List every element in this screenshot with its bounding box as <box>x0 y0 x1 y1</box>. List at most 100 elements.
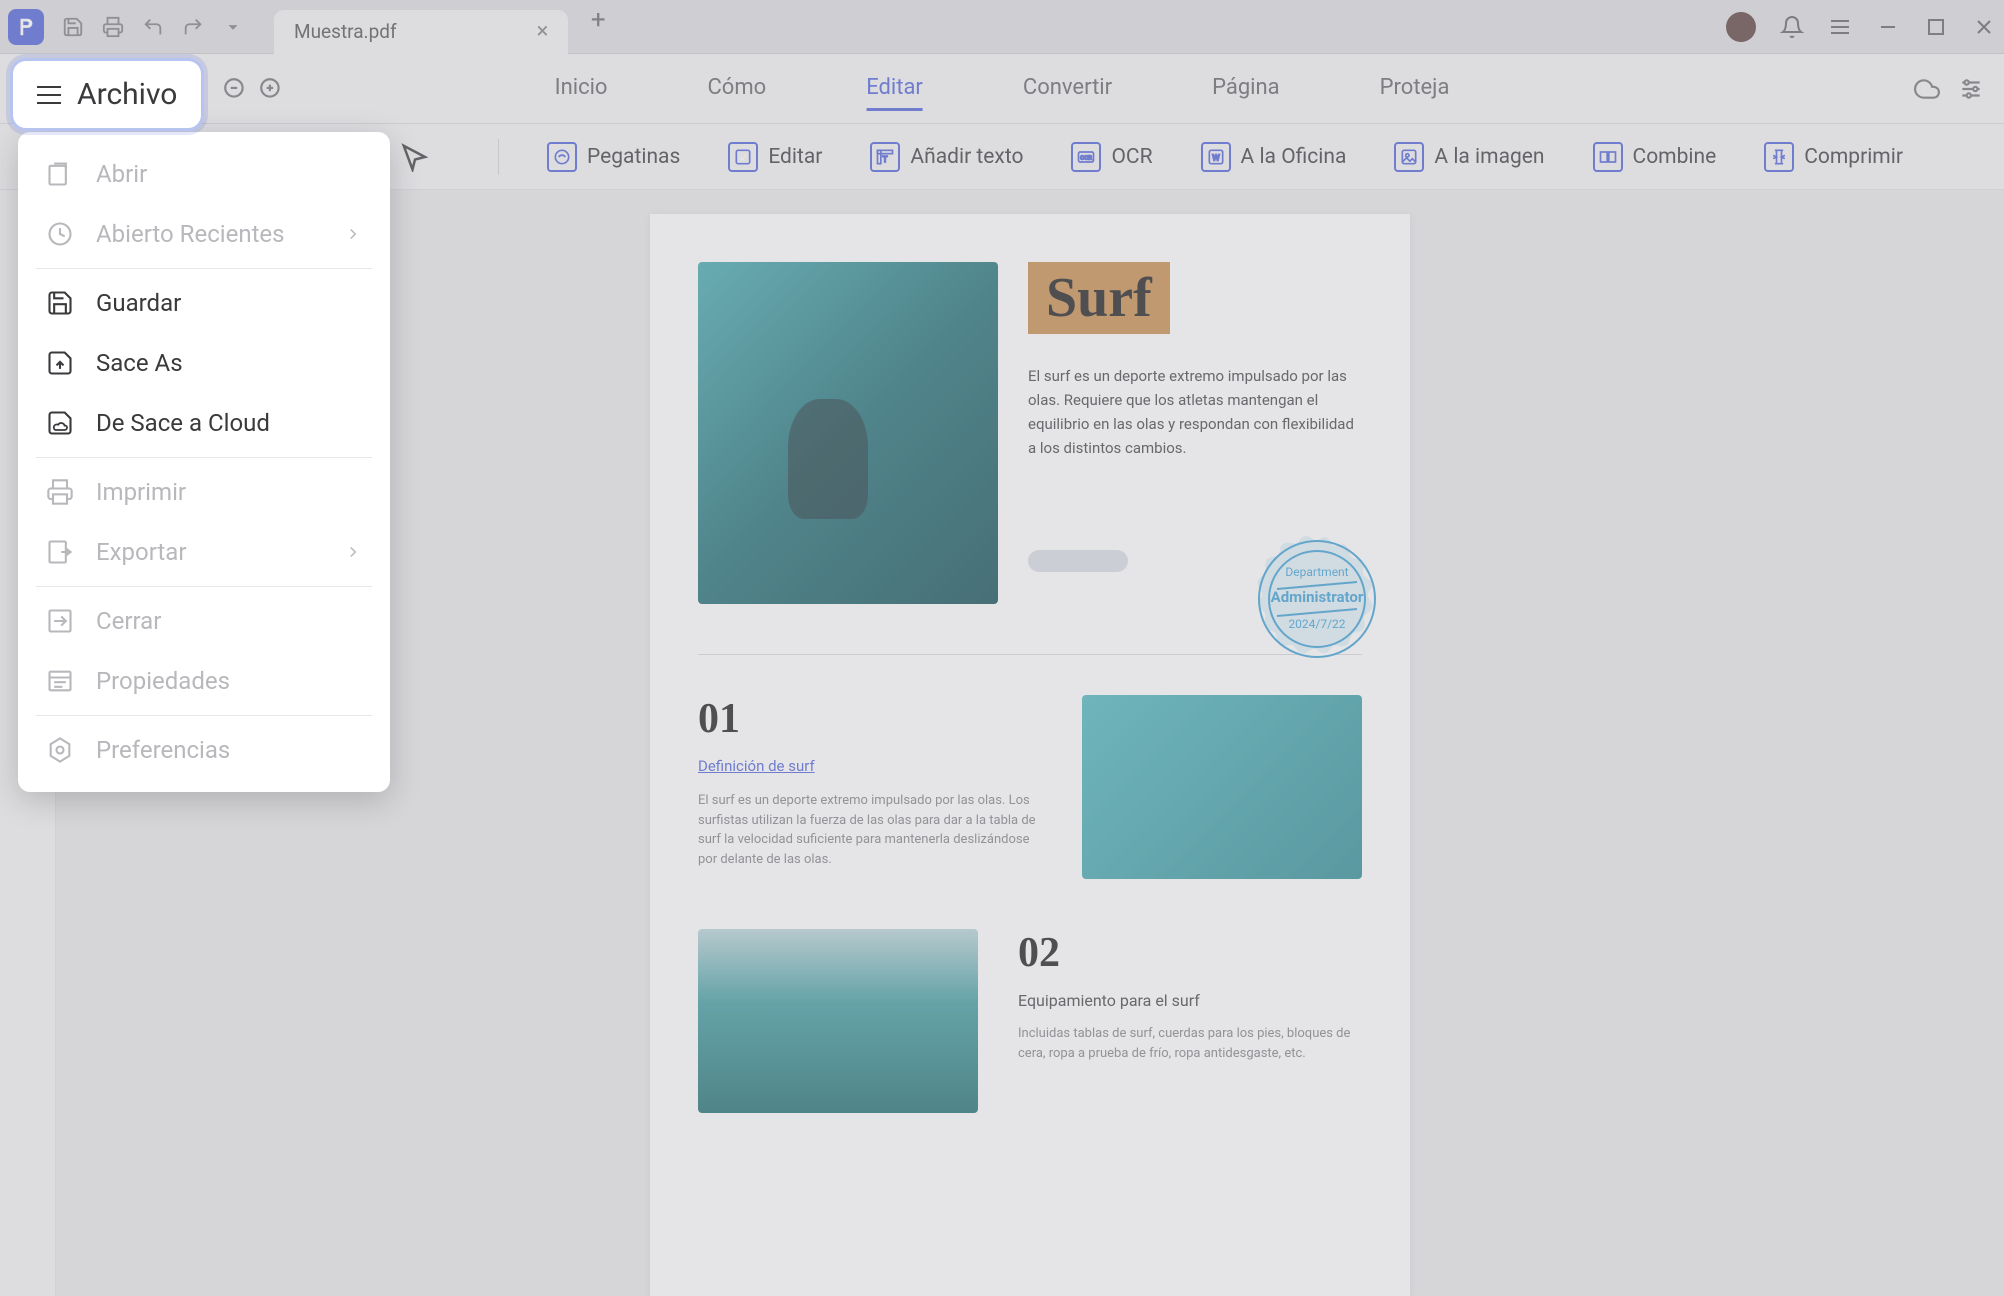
titlebar: Muestra.pdf × + <box>0 0 2004 54</box>
nav-item-editar[interactable]: Editar <box>866 67 923 111</box>
open-icon <box>46 160 74 188</box>
print-icon[interactable] <box>102 16 124 38</box>
tool-icon <box>728 142 758 172</box>
tool-pegatinas[interactable]: Pegatinas <box>547 142 680 172</box>
tool-label: Pegatinas <box>587 145 680 169</box>
tool-a-la-oficina[interactable]: W A la Oficina <box>1201 142 1347 172</box>
menu-item-label: Cerrar <box>96 607 161 635</box>
recent-icon <box>46 220 74 248</box>
tab-close-icon[interactable]: × <box>537 19 549 44</box>
menu-item-export: Exportar <box>18 522 390 582</box>
tool-icon: T <box>870 142 900 172</box>
section-link[interactable]: Definición de surf <box>698 757 1042 775</box>
undo-icon[interactable] <box>142 16 164 38</box>
cursor-tool-icon[interactable] <box>400 142 430 172</box>
save-icon[interactable] <box>62 16 84 38</box>
menu-item-label: Exportar <box>96 538 186 566</box>
section-image <box>698 929 978 1113</box>
save-icon <box>46 289 74 317</box>
chevron-right-icon <box>344 225 362 243</box>
file-dropdown-menu: Abrir Abierto Recientes Guardar Sace As De S… <box>18 132 390 792</box>
prefs-icon <box>46 736 74 764</box>
menu-item-saveas[interactable]: Sace As <box>18 333 390 393</box>
file-menu-button[interactable]: Archivo <box>10 58 204 131</box>
close-window-icon[interactable] <box>1972 15 1996 39</box>
svg-text:W: W <box>1212 153 1220 163</box>
section-description: El surf es un deporte extremo impulsado … <box>698 791 1042 869</box>
print-icon <box>46 478 74 506</box>
redo-icon[interactable] <box>182 16 204 38</box>
menu-icon[interactable] <box>1828 15 1852 39</box>
menu-item-label: Propiedades <box>96 667 230 695</box>
placeholder-pill <box>1028 550 1128 572</box>
section-description: Incluidas tablas de surf, cuerdas para l… <box>1018 1024 1362 1063</box>
menu-item-label: Preferencias <box>96 736 230 764</box>
nav-item-proteja[interactable]: Proteja <box>1380 67 1450 111</box>
tool-label: A la Oficina <box>1241 145 1347 169</box>
tool-icon: W <box>1201 142 1231 172</box>
tool-label: OCR <box>1111 145 1152 169</box>
menu-item-close: Cerrar <box>18 591 390 651</box>
zoom-in-icon[interactable] <box>258 76 284 102</box>
hamburger-icon <box>37 86 61 104</box>
tab-label: Muestra.pdf <box>294 20 397 43</box>
tool-label: Editar <box>768 145 822 169</box>
svg-text:Administrator: Administrator <box>1271 588 1364 606</box>
menu-divider <box>36 268 372 269</box>
user-avatar[interactable] <box>1726 12 1756 42</box>
tool-editar[interactable]: Editar <box>728 142 822 172</box>
nav-item-inicio[interactable]: Inicio <box>555 67 608 111</box>
nav-item-página[interactable]: Página <box>1212 67 1280 111</box>
menu-item-label: De Sace a Cloud <box>96 409 270 437</box>
tool-combine[interactable]: Combine <box>1593 142 1717 172</box>
svg-text:Department: Department <box>1285 565 1348 579</box>
settings-icon[interactable] <box>1958 76 1984 102</box>
dropdown-icon[interactable] <box>222 16 244 38</box>
menu-item-props: Propiedades <box>18 651 390 711</box>
app-logo-icon[interactable] <box>8 9 44 45</box>
menu-item-recent: Abierto Recientes <box>18 204 390 264</box>
document-tab[interactable]: Muestra.pdf × <box>274 10 568 54</box>
zoom-out-icon[interactable] <box>222 76 248 102</box>
tool-icon <box>547 142 577 172</box>
saveas-icon <box>46 349 74 377</box>
pdf-page: Surf El surf es un deporte extremo impul… <box>650 214 1410 1296</box>
svg-text:2024/7/22: 2024/7/22 <box>1288 617 1345 631</box>
main-nav: Inicio Cómo Editar Convertir Página Proteja <box>0 54 2004 124</box>
close-icon <box>46 607 74 635</box>
nav-item-convertir[interactable]: Convertir <box>1023 67 1112 111</box>
tool-label: Añadir texto <box>910 145 1023 169</box>
new-tab-button[interactable]: + <box>578 0 618 40</box>
chevron-right-icon <box>344 543 362 561</box>
tool-ocr[interactable]: OCR OCR <box>1071 142 1152 172</box>
svg-text:T: T <box>883 155 888 165</box>
notifications-icon[interactable] <box>1780 15 1804 39</box>
tool-añadir-texto[interactable]: T Añadir texto <box>870 142 1023 172</box>
separator <box>498 139 499 175</box>
section-title: Equipamiento para el surf <box>1018 991 1362 1010</box>
document-title: Surf <box>1046 266 1152 330</box>
nav-item-cómo[interactable]: Cómo <box>707 67 766 111</box>
tool-icon: OCR <box>1071 142 1101 172</box>
cloud-sync-icon[interactable] <box>1914 76 1940 102</box>
menu-item-save[interactable]: Guardar <box>18 273 390 333</box>
section-number: 02 <box>1018 929 1362 977</box>
menu-item-label: Abrir <box>96 160 147 188</box>
tool-icon <box>1764 142 1794 172</box>
export-icon <box>46 538 74 566</box>
tool-icon <box>1593 142 1623 172</box>
menu-item-prefs: Preferencias <box>18 720 390 780</box>
hero-description: El surf es un deporte extremo impulsado … <box>1028 364 1362 460</box>
minimize-icon[interactable] <box>1876 15 1900 39</box>
menu-item-label: Abierto Recientes <box>96 220 285 248</box>
title-badge: Surf <box>1028 262 1170 334</box>
tool-label: Combine <box>1633 145 1717 169</box>
tool-a-la-imagen[interactable]: A la imagen <box>1394 142 1544 172</box>
menu-item-cloud[interactable]: De Sace a Cloud <box>18 393 390 453</box>
tool-comprimir[interactable]: Comprimir <box>1764 142 1903 172</box>
props-icon <box>46 667 74 695</box>
tool-label: Comprimir <box>1804 145 1903 169</box>
section-number: 01 <box>698 695 1042 743</box>
menu-item-label: Sace As <box>96 349 183 377</box>
maximize-icon[interactable] <box>1924 15 1948 39</box>
